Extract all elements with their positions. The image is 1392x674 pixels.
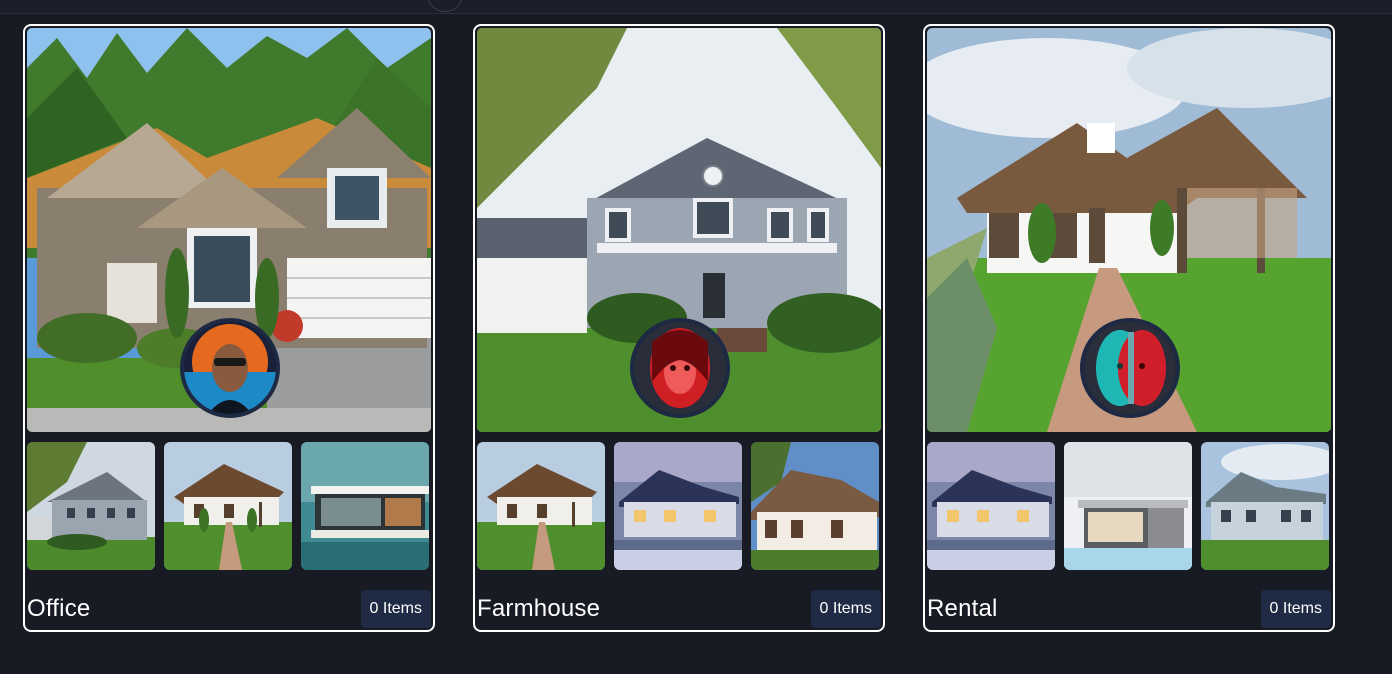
thumbnail-image[interactable] (751, 442, 879, 570)
collection-name[interactable]: Rental (927, 595, 998, 623)
thumbnail-image[interactable] (1201, 442, 1329, 570)
thumbnail-image[interactable] (301, 442, 429, 570)
collection-cover-image[interactable] (927, 28, 1331, 432)
collection-card-office[interactable]: Office 0 Items (23, 24, 435, 632)
owner-avatar[interactable] (180, 318, 280, 418)
top-bar (0, 0, 1392, 14)
thumbnail-strip (27, 442, 431, 570)
thumbnail-image[interactable] (27, 442, 155, 570)
thumbnail-image[interactable] (164, 442, 292, 570)
collection-grid: Office 0 Items Farmhouse 0 Items Rental … (23, 24, 1335, 632)
collection-name[interactable]: Office (27, 595, 90, 623)
thumbnail-image[interactable] (927, 442, 1055, 570)
thumbnail-image[interactable] (614, 442, 742, 570)
collection-footer: Farmhouse 0 Items (477, 589, 881, 629)
thumbnail-strip (477, 442, 881, 570)
collection-cover-image[interactable] (27, 28, 431, 432)
collection-cover-image[interactable] (477, 28, 881, 432)
item-count-badge: 0 Items (1260, 590, 1331, 628)
owner-avatar[interactable] (1080, 318, 1180, 418)
collection-card-rental[interactable]: Rental 0 Items (923, 24, 1335, 632)
item-count-badge: 0 Items (360, 590, 431, 628)
thumbnail-image[interactable] (477, 442, 605, 570)
owner-avatar[interactable] (630, 318, 730, 418)
thumbnail-image[interactable] (1064, 442, 1192, 570)
collection-name[interactable]: Farmhouse (477, 595, 600, 623)
collection-footer: Office 0 Items (27, 589, 431, 629)
item-count-badge: 0 Items (810, 590, 881, 628)
collection-footer: Rental 0 Items (927, 589, 1331, 629)
thumbnail-strip (927, 442, 1331, 570)
collection-card-farmhouse[interactable]: Farmhouse 0 Items (473, 24, 885, 632)
